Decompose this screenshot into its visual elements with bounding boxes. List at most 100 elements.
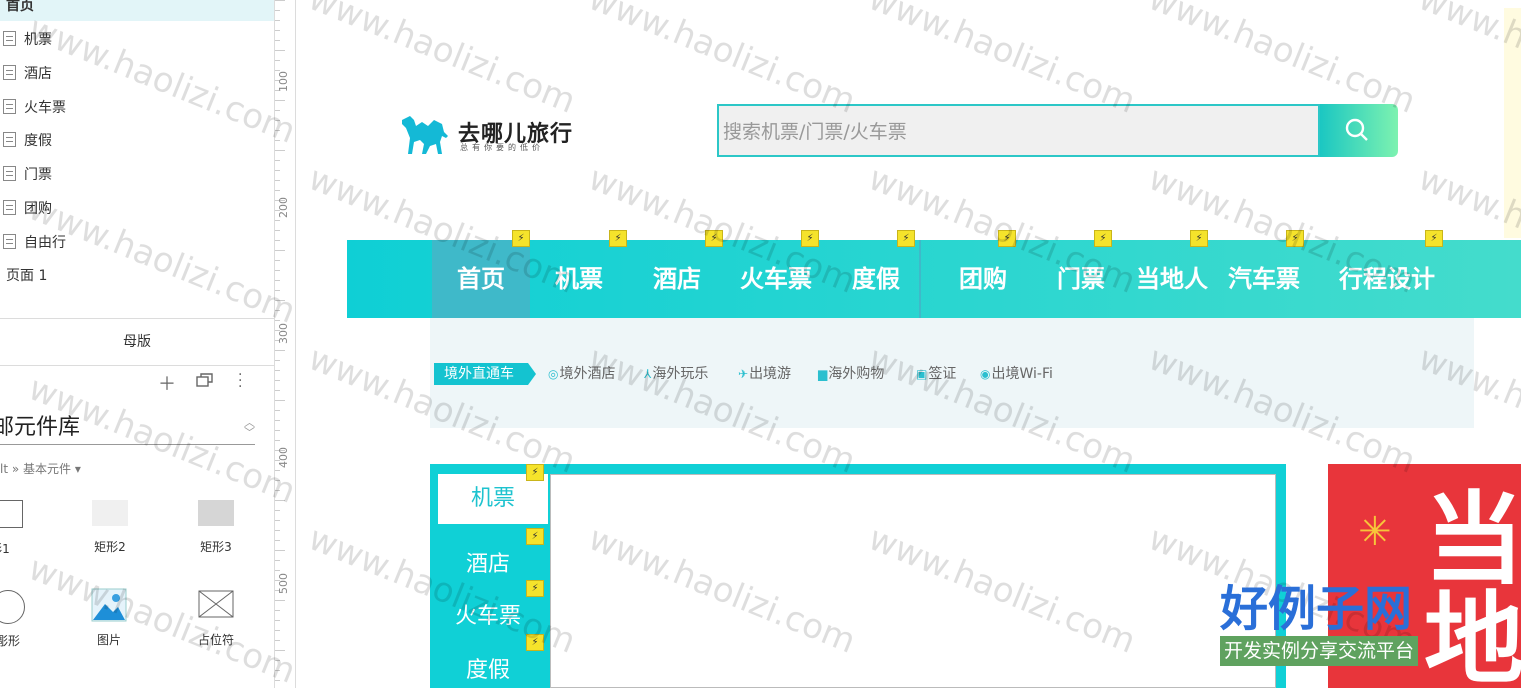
- passport-icon: ▣: [916, 367, 928, 381]
- interaction-bolt-icon[interactable]: ⚡: [897, 230, 915, 247]
- nav-item-itinerary[interactable]: 行程设计: [1327, 240, 1447, 318]
- interaction-bolt-icon[interactable]: ⚡: [1094, 230, 1112, 247]
- image-icon: [91, 588, 127, 625]
- ruler-tick: [275, 520, 280, 521]
- ruler-label: 100: [277, 71, 290, 92]
- ruler-tick: [275, 50, 285, 51]
- overseas-tag[interactable]: 境外直通车: [434, 363, 536, 385]
- interaction-bolt-icon[interactable]: ⚡: [801, 230, 819, 247]
- interaction-bolt-icon[interactable]: ⚡: [1425, 230, 1443, 247]
- widget-ellipse[interactable]: 彫形: [0, 590, 38, 649]
- interaction-bolt-icon[interactable]: ⚡: [609, 230, 627, 247]
- ruler-tick: [275, 140, 280, 141]
- ruler-tick: [275, 500, 285, 501]
- ruler-tick: [275, 490, 280, 491]
- main-nav: 首页 机票 酒店 火车票 度假 团购 门票 当地人 汽车票 行程设计: [347, 240, 1521, 318]
- nav-item-bus[interactable]: 汽车票: [1217, 240, 1311, 318]
- nav-item-hotels[interactable]: 酒店: [628, 240, 726, 318]
- burst-icon: ✳: [1358, 509, 1392, 555]
- interaction-bolt-icon[interactable]: ⚡: [512, 230, 530, 247]
- widget-rectangle-1[interactable]: 形1: [0, 500, 30, 557]
- interaction-bolt-icon[interactable]: ⚡: [526, 464, 544, 481]
- page-item-groupbuy[interactable]: 团购: [0, 194, 52, 224]
- subnav-label: 出境游: [749, 366, 792, 382]
- ruler-tick: [275, 510, 280, 511]
- search-button[interactable]: [1320, 104, 1398, 157]
- nav-item-flights[interactable]: 机票: [530, 240, 628, 318]
- library-dropdown[interactable]: 邮元件库: [0, 412, 255, 445]
- promo-text: 当地: [1424, 481, 1521, 689]
- library-subtitle[interactable]: lt » 基本元件 ▾: [0, 460, 81, 477]
- page-item-label: 度假: [24, 133, 52, 149]
- site-logo[interactable]: 去哪儿旅行 总有你要的低价: [400, 112, 572, 158]
- subnav-link[interactable]: ◎境外酒店: [548, 363, 615, 385]
- interaction-bolt-icon[interactable]: ⚡: [526, 528, 544, 545]
- booking-tab-flights[interactable]: 机票: [438, 474, 548, 524]
- ruler-tick: [275, 160, 280, 161]
- widget-image[interactable]: 图片: [79, 588, 139, 648]
- page-item-home[interactable]: 首页: [0, 0, 274, 21]
- page-item-vacation[interactable]: 度假: [0, 126, 52, 156]
- nav-item-tickets[interactable]: 门票: [1031, 240, 1131, 318]
- masters-header[interactable]: 母版: [0, 318, 274, 366]
- ruler-label: 500: [277, 573, 290, 594]
- interaction-bolt-icon[interactable]: ⚡: [526, 634, 544, 651]
- more-options-icon[interactable]: · · ·: [238, 368, 242, 394]
- widget-placeholder[interactable]: 占位符: [186, 590, 246, 648]
- masters-title: 母版: [123, 334, 151, 350]
- page-item-label: 自由行: [24, 235, 66, 251]
- nav-item-vacation[interactable]: 度假: [826, 240, 926, 318]
- page-item-label: 酒店: [24, 66, 52, 82]
- nav-label: 行程设计: [1339, 265, 1435, 293]
- page-icon: [3, 200, 16, 215]
- subnav-link[interactable]: ◉出境Wi-Fi: [980, 363, 1053, 385]
- search-field[interactable]: [717, 104, 1324, 157]
- widget-label: 矩形2: [94, 540, 126, 554]
- subnav-link[interactable]: ✈出境游: [738, 363, 791, 385]
- add-icon[interactable]: ＋: [158, 370, 176, 396]
- subnav-link[interactable]: ▣签证: [916, 363, 956, 385]
- interaction-bolt-icon[interactable]: ⚡: [705, 230, 723, 247]
- rectangle-outline-icon: [0, 500, 23, 528]
- interaction-bolt-icon[interactable]: ⚡: [998, 230, 1016, 247]
- page-icon: [3, 166, 16, 181]
- ruler-tick: [275, 230, 280, 231]
- page-item-train[interactable]: 火车票: [0, 93, 66, 123]
- page-icon: [3, 65, 16, 80]
- ruler-tick: [275, 220, 280, 221]
- chevron-updown-icon[interactable]: ︿ ﹀: [244, 417, 255, 438]
- booking-tab-label: 机票: [470, 486, 515, 511]
- search-input[interactable]: [719, 106, 1324, 157]
- nav-item-train[interactable]: 火车票: [726, 240, 826, 318]
- ruler-tick: [275, 260, 280, 261]
- ruler-tick: [275, 190, 280, 191]
- subnav-link[interactable]: ▆海外购物: [818, 363, 884, 385]
- nav-label: 当地人: [1136, 265, 1208, 293]
- booking-tab-vacation[interactable]: 度假: [430, 646, 546, 688]
- nav-label: 酒店: [653, 265, 701, 293]
- nav-item-locals[interactable]: 当地人: [1125, 240, 1219, 318]
- nav-label: 门票: [1057, 265, 1105, 293]
- page-item-tickets[interactable]: 门票: [0, 160, 52, 190]
- ruler-tick: [275, 420, 280, 421]
- nav-item-groupbuy[interactable]: 团购: [933, 240, 1033, 318]
- interaction-bolt-icon[interactable]: ⚡: [1190, 230, 1208, 247]
- duplicate-icon[interactable]: [196, 372, 214, 393]
- widget-rectangle-3[interactable]: 矩形3: [186, 500, 246, 555]
- interaction-bolt-icon[interactable]: ⚡: [1286, 230, 1304, 247]
- nav-item-home[interactable]: 首页: [432, 240, 530, 318]
- interaction-bolt-icon[interactable]: ⚡: [526, 580, 544, 597]
- ruler-tick: [275, 320, 280, 321]
- ruler-tick: [275, 400, 285, 401]
- widget-rectangle-2[interactable]: 矩形2: [80, 500, 140, 555]
- ruler-tick: [275, 30, 280, 31]
- nav-label: 汽车票: [1228, 265, 1300, 293]
- booking-content[interactable]: [550, 474, 1276, 688]
- hotel-icon: ◎: [548, 367, 559, 381]
- widget-label: 彫形: [0, 634, 20, 648]
- page-item-page1[interactable]: 页面 1: [0, 261, 47, 291]
- page-item-freetour[interactable]: 自由行: [0, 228, 66, 258]
- subnav-link[interactable]: ⅄海外玩乐: [644, 363, 708, 385]
- page-item-flights[interactable]: 机票: [0, 25, 52, 55]
- page-item-hotels[interactable]: 酒店: [0, 59, 52, 89]
